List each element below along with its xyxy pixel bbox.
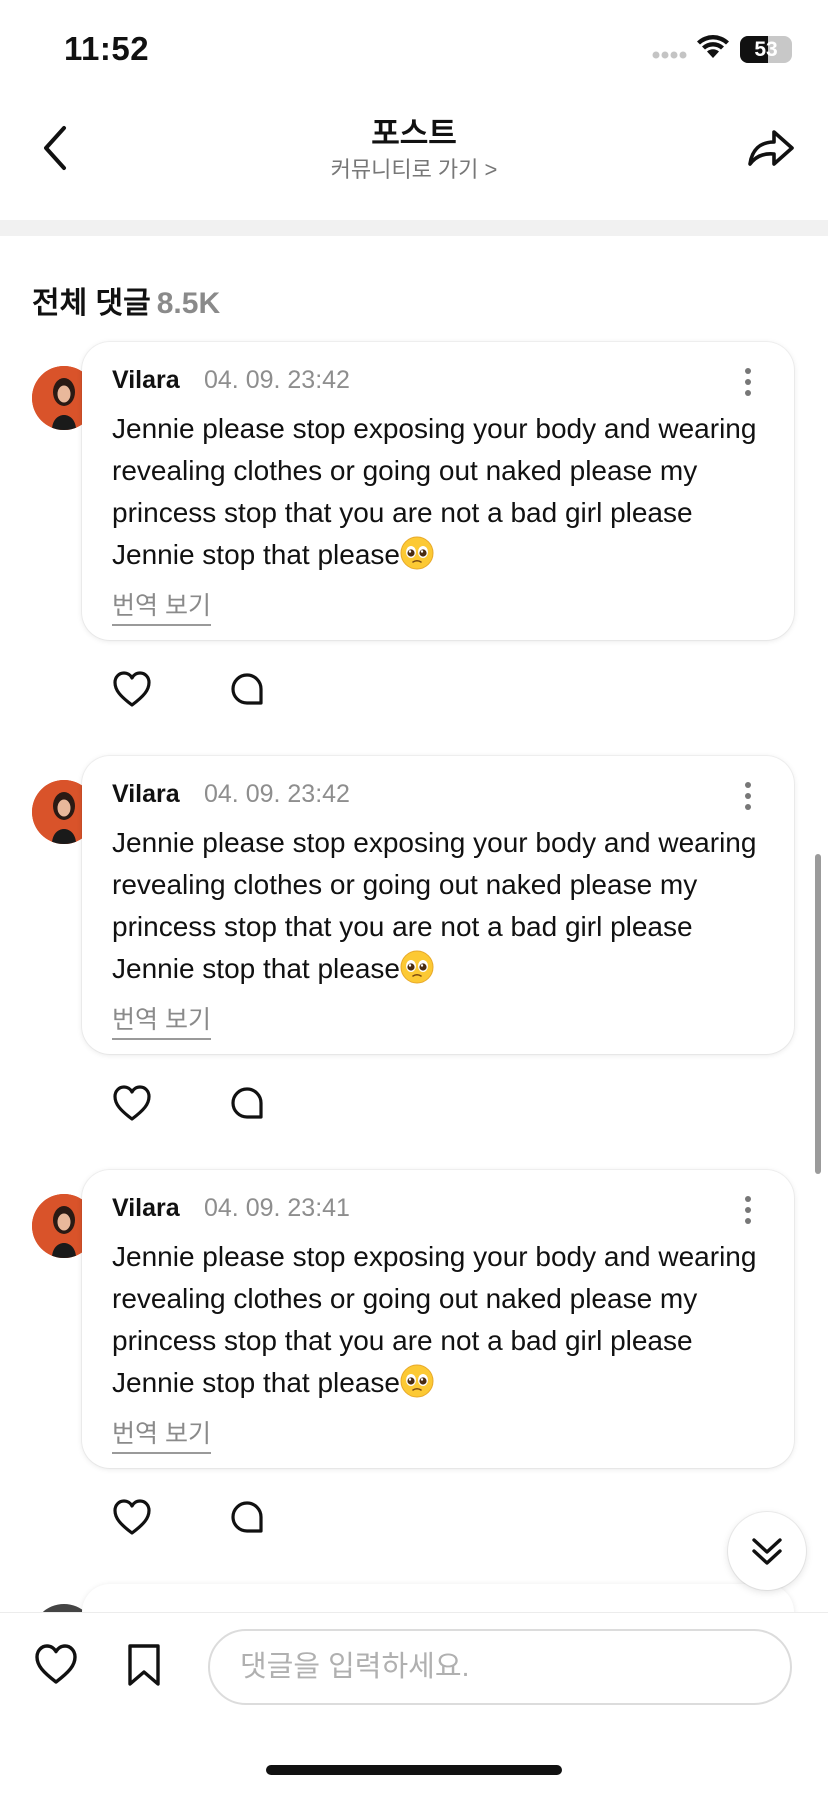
comment-author[interactable]: Vilara: [112, 366, 180, 395]
comment-card: Vilara 04. 09. 23:41 Jennie please stop …: [82, 1170, 794, 1468]
heart-icon[interactable]: [112, 670, 152, 708]
more-vertical-icon[interactable]: [738, 1194, 758, 1226]
home-indicator[interactable]: [266, 1765, 562, 1775]
section-divider: [0, 220, 828, 236]
comments-section-title: 전체 댓글 8.5K: [32, 278, 220, 322]
speech-bubble-icon[interactable]: [230, 1086, 264, 1120]
translate-link[interactable]: 번역 보기: [112, 586, 211, 626]
translate-link[interactable]: 번역 보기: [112, 1000, 211, 1040]
cellular-signal-icon: [652, 51, 687, 59]
bookmark-icon[interactable]: [124, 1643, 164, 1687]
more-vertical-icon[interactable]: [738, 780, 758, 812]
heart-icon[interactable]: [34, 1643, 78, 1685]
comment-card: Vilara 04. 09. 23:42 Jennie please stop …: [82, 342, 794, 640]
comment-date: 04. 09. 23:42: [204, 366, 350, 394]
battery-icon: 53: [740, 36, 792, 63]
status-bar: 11:52 53: [0, 0, 828, 100]
share-arrow-icon[interactable]: [746, 122, 796, 172]
heart-icon[interactable]: [112, 1498, 152, 1536]
wifi-icon: [697, 35, 729, 58]
page-title: 포스트: [371, 116, 457, 151]
comment-text: Jennie please stop exposing your body an…: [112, 408, 772, 576]
heart-icon[interactable]: [112, 1084, 152, 1122]
comment-body: Jennie please stop exposing your body an…: [112, 413, 757, 570]
page-header: 포스트 커뮤니티로 가기 >: [0, 100, 828, 220]
comment-input[interactable]: [208, 1629, 792, 1705]
pleading-face-emoji-icon: [400, 1364, 434, 1398]
speech-bubble-icon[interactable]: [230, 1500, 264, 1534]
comment-body: Jennie please stop exposing your body an…: [112, 1241, 757, 1398]
comment-body: Jennie please stop exposing your body an…: [112, 827, 757, 984]
translate-link[interactable]: 번역 보기: [112, 1414, 211, 1454]
comment-date: 04. 09. 23:42: [204, 780, 350, 808]
pleading-face-emoji-icon: [400, 536, 434, 570]
comment-card: Vilara 04. 09. 23:42 Jennie please stop …: [82, 756, 794, 1054]
comment-date: 04. 09. 23:41: [204, 1194, 350, 1222]
speech-bubble-icon[interactable]: [230, 672, 264, 706]
battery-level: 53: [754, 38, 778, 61]
comment-text: Jennie please stop exposing your body an…: [112, 1236, 772, 1404]
status-time: 11:52: [64, 30, 150, 67]
scrollbar[interactable]: [815, 854, 821, 1174]
go-to-community-link[interactable]: 커뮤니티로 가기 >: [0, 152, 828, 184]
comment-text: Jennie please stop exposing your body an…: [112, 822, 772, 990]
comments-title-label: 전체 댓글: [32, 287, 151, 320]
scroll-down-button[interactable]: [728, 1512, 806, 1590]
comment-author[interactable]: Vilara: [112, 780, 180, 809]
comments-count: 8.5K: [156, 287, 221, 320]
chevron-double-down-icon: [752, 1538, 782, 1565]
comment-author[interactable]: Vilara: [112, 1194, 180, 1223]
pleading-face-emoji-icon: [400, 950, 434, 984]
more-vertical-icon[interactable]: [738, 366, 758, 398]
